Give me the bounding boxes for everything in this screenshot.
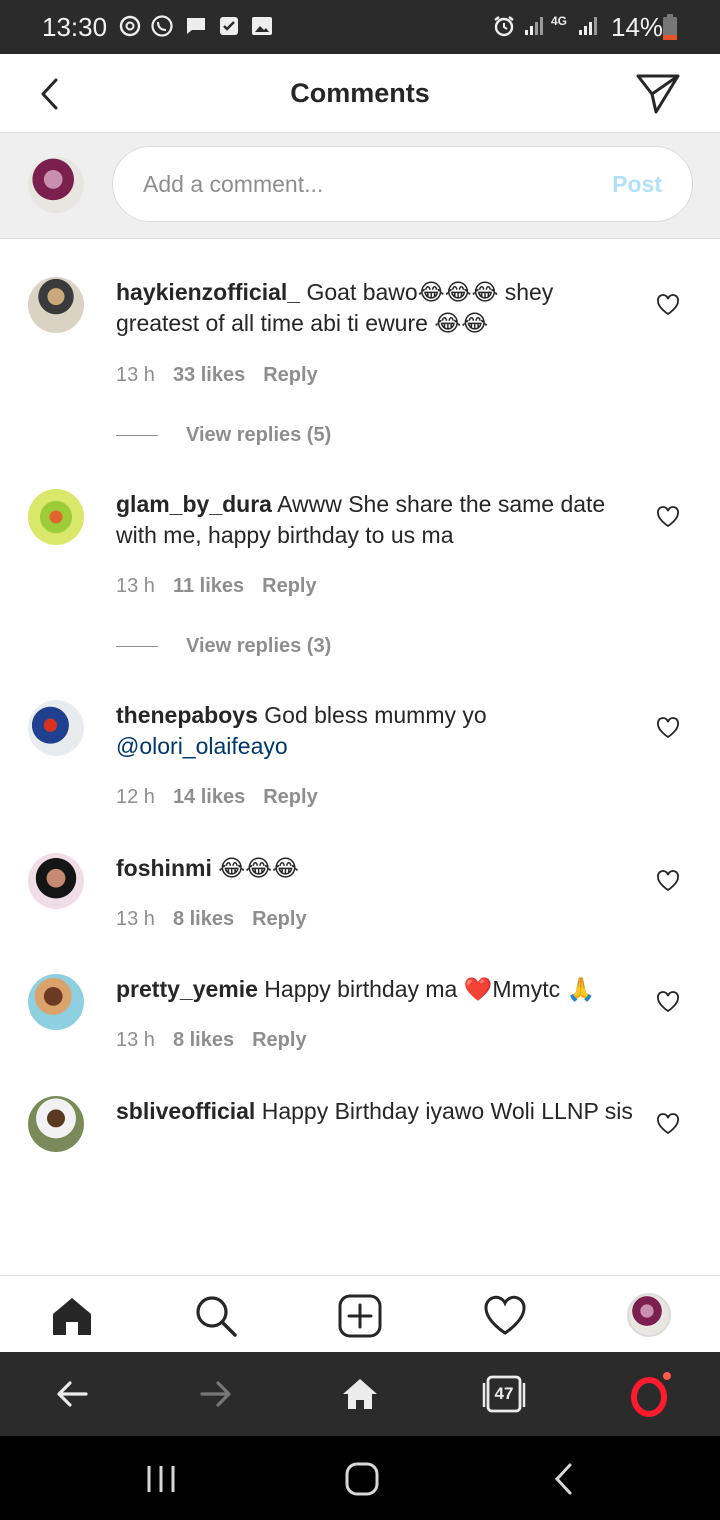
message-icon xyxy=(187,18,205,34)
tabs-button[interactable]: 47 xyxy=(482,1373,526,1415)
avatar[interactable] xyxy=(28,974,84,1030)
reply-button[interactable]: Reply xyxy=(252,1029,306,1051)
likes-count[interactable]: 8 likes xyxy=(173,908,234,930)
like-heart-icon[interactable] xyxy=(656,870,680,892)
signal-icon xyxy=(525,17,543,35)
reply-button[interactable]: Reply xyxy=(252,908,306,930)
comment-text: foshinmi 😂😂😂 xyxy=(116,855,299,881)
avatar[interactable] xyxy=(28,1096,84,1152)
comment-username[interactable]: foshinmi xyxy=(116,855,212,881)
avatar xyxy=(28,157,84,213)
tabs-count: 47 xyxy=(494,1384,514,1403)
like-heart-icon[interactable] xyxy=(656,506,680,528)
reply-button[interactable]: Reply xyxy=(263,364,317,386)
comment-username[interactable]: sbliveofficial xyxy=(116,1098,255,1124)
avatar[interactable] xyxy=(28,853,84,909)
search-icon[interactable] xyxy=(194,1294,238,1338)
system-back-icon[interactable] xyxy=(548,1462,584,1496)
home-button-icon[interactable] xyxy=(344,1462,380,1496)
view-replies-button[interactable]: View replies (5) xyxy=(116,424,331,447)
like-heart-icon[interactable] xyxy=(656,717,680,739)
bottom-tab-bar xyxy=(0,1275,720,1352)
like-heart-icon[interactable] xyxy=(656,294,680,316)
like-heart-icon[interactable] xyxy=(656,991,680,1013)
view-replies-button[interactable]: View replies (3) xyxy=(116,635,331,658)
divider xyxy=(116,435,158,437)
sync-icon xyxy=(119,15,141,37)
checkbox-icon xyxy=(220,17,238,35)
battery-icon xyxy=(663,14,677,40)
comment-meta: 13 h8 likes Reply xyxy=(116,1029,307,1051)
comment-username[interactable]: thenepaboys xyxy=(116,702,258,728)
status-time: 13:30 xyxy=(42,12,108,42)
direct-send-icon[interactable] xyxy=(634,72,682,116)
profile-tab-avatar[interactable] xyxy=(627,1293,671,1337)
comment-text: haykienzofficial_ Goat bawo😂😂😂 shey grea… xyxy=(116,279,554,336)
comment-text: thenepaboys God bless mummy yo @olori_ol… xyxy=(116,702,487,759)
battery-percent: 14% xyxy=(611,12,664,42)
page-title: Comments xyxy=(290,78,430,108)
signal-icon xyxy=(579,17,597,35)
home-icon[interactable] xyxy=(50,1294,94,1338)
browser-back-icon[interactable] xyxy=(52,1374,92,1414)
comment-input-placeholder: Add a comment... xyxy=(143,171,324,197)
browser-toolbar: 47 xyxy=(0,1352,720,1436)
post-button[interactable]: Post xyxy=(612,171,662,198)
browser-home-icon[interactable] xyxy=(340,1374,380,1414)
avatar[interactable] xyxy=(28,700,84,756)
gallery-icon xyxy=(252,17,272,35)
avatar[interactable] xyxy=(28,489,84,545)
alarm-icon xyxy=(494,16,514,37)
browser-forward-icon[interactable] xyxy=(196,1374,236,1414)
activity-heart-icon[interactable] xyxy=(483,1294,527,1338)
whatsapp-icon xyxy=(151,15,173,37)
likes-count[interactable]: 11 likes xyxy=(173,575,244,597)
likes-count[interactable]: 14 likes xyxy=(173,786,245,808)
mention-link[interactable]: @olori_olaifeayo xyxy=(116,733,288,759)
comments-header: Comments xyxy=(0,54,720,133)
comment-text: pretty_yemie Happy birthday ma ❤️Mmytc 🙏 xyxy=(116,976,596,1002)
comment-text: sbliveofficial Happy Birthday iyawo Woli… xyxy=(116,1098,633,1124)
reply-button[interactable]: Reply xyxy=(263,786,317,808)
comment-meta: 13 h 33 likes Reply xyxy=(116,364,318,386)
like-heart-icon[interactable] xyxy=(656,1113,680,1135)
avatar[interactable] xyxy=(28,277,84,333)
likes-count[interactable]: 8 likes xyxy=(173,1029,234,1051)
system-navigation-bar xyxy=(0,1436,720,1520)
new-post-icon[interactable] xyxy=(338,1294,382,1338)
divider xyxy=(116,646,158,648)
comment-meta: 13 h8 likes Reply xyxy=(116,908,307,930)
comment-meta: 13 h 11 likes Reply xyxy=(116,575,317,597)
reply-button[interactable]: Reply xyxy=(262,575,316,597)
opera-menu-icon[interactable] xyxy=(628,1372,674,1418)
comment-meta: 12 h 14 likes Reply xyxy=(116,786,318,808)
comment-text: glam_by_dura Awww She share the same dat… xyxy=(116,491,606,548)
comment-username[interactable]: glam_by_dura xyxy=(116,491,272,517)
comment-username[interactable]: pretty_yemie xyxy=(116,976,258,1002)
likes-count[interactable]: 33 likes xyxy=(173,364,245,386)
comment-composer: Add a comment... Post xyxy=(0,133,720,239)
comment-input[interactable]: Add a comment... Post xyxy=(112,146,693,222)
network-type: 4G xyxy=(551,14,568,28)
status-bar: 13:30 4G 14% xyxy=(0,0,720,54)
recent-apps-icon[interactable] xyxy=(143,1462,179,1496)
comment-username[interactable]: haykienzofficial_ xyxy=(116,279,300,305)
